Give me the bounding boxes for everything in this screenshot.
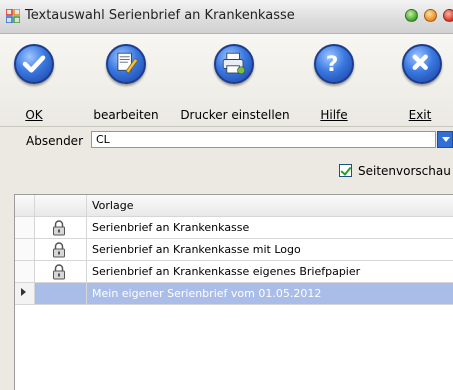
exit-label: Exit (408, 108, 432, 122)
header-lock-cell (35, 195, 87, 216)
help-icon: ? (314, 44, 354, 84)
header-indicator-cell (15, 195, 35, 216)
printer-settings-button[interactable]: Drucker einstellen (176, 40, 294, 124)
table-header: Vorlage (15, 195, 453, 217)
sender-label: Absender (26, 134, 83, 148)
window-title: Textauswahl Serienbrief an Krankenkasse (25, 8, 295, 23)
table-row[interactable]: Serienbrief an Krankenkasse eigenes Brie… (15, 261, 453, 283)
app-grid-icon (6, 9, 20, 23)
lock-icon (53, 220, 65, 236)
maximize-button[interactable] (405, 9, 418, 22)
dialog-window: Textauswahl Serienbrief an Krankenkasse … (0, 0, 453, 390)
sender-dropdown-button[interactable] (437, 131, 453, 148)
ok-label: OK (25, 108, 43, 122)
template-table: Vorlage Serienbrief an Krankenkasse Seri… (14, 194, 453, 390)
title-bar[interactable]: Textauswahl Serienbrief an Krankenkasse (0, 0, 453, 34)
row-template-name: Serienbrief an Krankenkasse mit Logo (92, 243, 301, 256)
preview-label: Seitenvorschau (358, 164, 451, 178)
row-indicator (15, 217, 35, 238)
table-row[interactable]: Serienbrief an Krankenkasse (15, 217, 453, 239)
svg-text:?: ? (326, 52, 339, 77)
exit-button[interactable]: Exit (398, 40, 442, 124)
help-button[interactable]: ? Hilfe (312, 40, 356, 124)
preview-checkbox[interactable] (339, 164, 352, 177)
row-lock-cell (35, 261, 87, 282)
current-row-arrow-icon (21, 288, 26, 296)
row-indicator (15, 283, 35, 304)
row-template-name: Serienbrief an Krankenkasse eigenes Brie… (92, 265, 361, 278)
row-lock-cell (35, 217, 87, 238)
printer-settings-label: Drucker einstellen (180, 108, 290, 122)
lock-icon (53, 264, 65, 280)
printer-icon (214, 44, 254, 84)
table-row-selected[interactable]: Mein eigener Serienbrief vom 01.05.2012 (15, 283, 453, 305)
edit-label: bearbeiten (93, 108, 159, 122)
edit-button[interactable]: bearbeiten (92, 40, 160, 124)
table-row[interactable]: Serienbrief an Krankenkasse mit Logo (15, 239, 453, 261)
minimize-button[interactable] (424, 9, 437, 22)
row-indicator (15, 261, 35, 282)
lock-icon (53, 242, 65, 258)
column-header-vorlage[interactable]: Vorlage (92, 199, 133, 212)
ok-button[interactable]: OK (14, 40, 54, 124)
row-template-name: Serienbrief an Krankenkasse (92, 221, 250, 234)
row-lock-cell (35, 283, 87, 304)
close-window-button[interactable] (443, 9, 453, 22)
row-lock-cell (35, 239, 87, 260)
help-label: Hilfe (320, 108, 348, 122)
edit-document-icon (106, 44, 146, 84)
close-icon (402, 44, 442, 84)
row-indicator (15, 239, 35, 260)
sender-input[interactable] (91, 131, 436, 148)
row-template-name: Mein eigener Serienbrief vom 01.05.2012 (92, 287, 322, 300)
check-icon (14, 44, 54, 84)
toolbar: OK bearbeiten Drucker einstellen ? Hilfe… (0, 34, 453, 127)
